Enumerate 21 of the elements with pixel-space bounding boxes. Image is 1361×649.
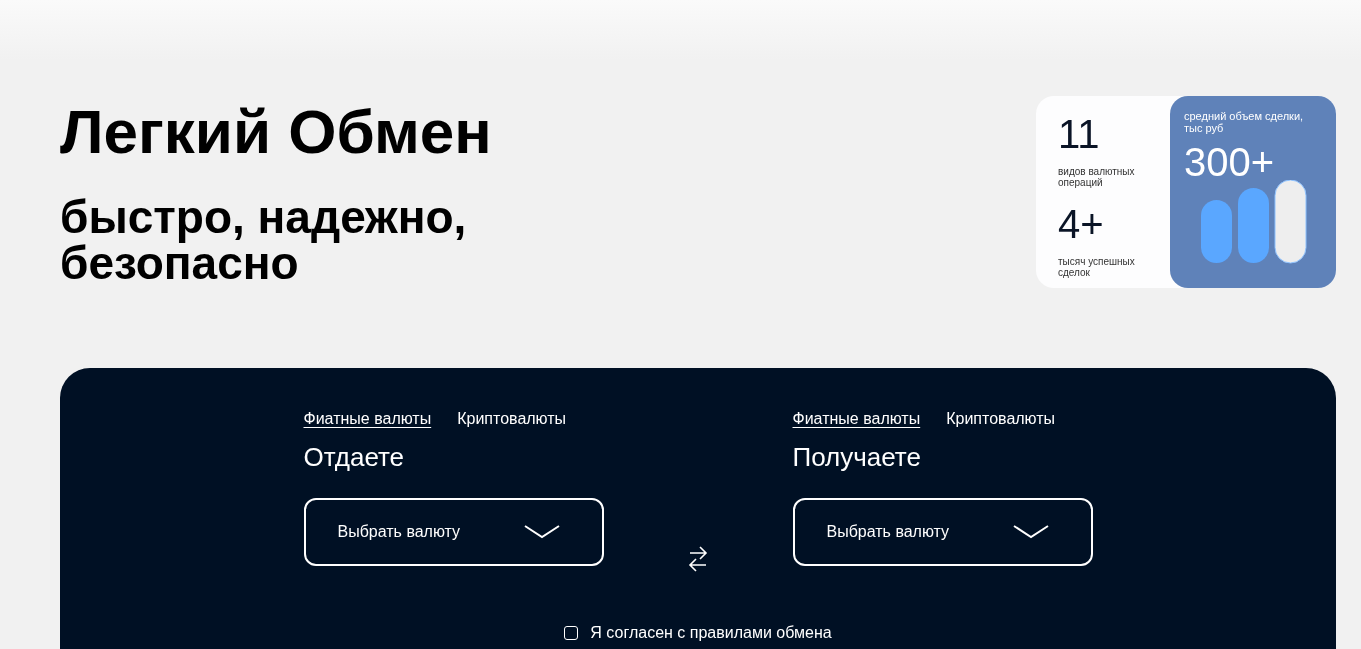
agreement-label: Я согласен с правилами обмена [590,624,832,642]
currency-tab[interactable]: Криптовалюты [457,410,567,428]
side-heading: Получаете [792,442,922,472]
stat-value: 11 [1058,112,1101,156]
highlight-value: 300+ [1184,140,1276,184]
highlight-caption: средний объем сделки, тыс руб [1184,110,1305,134]
side-heading: Отдаете [303,442,406,472]
hero-title: Легкий Обмен [60,96,493,168]
hero-subtitle: быстро, надежно, безопасно [60,194,468,286]
stat-caption: видов валютных операций [1058,166,1136,188]
currency-select[interactable]: Выбрать валюту [303,498,604,566]
currency-select[interactable]: Выбрать валюту [792,498,1093,566]
agreement-checkbox[interactable] [564,626,579,640]
stat-value: 4+ [1058,202,1105,246]
chevron-down-icon [1012,525,1049,539]
stat-caption: тысяч успешных сделок [1058,256,1136,278]
currency-tab[interactable]: Фиатные валюты [303,410,432,428]
currency-tab[interactable]: Фиатные валюты [792,410,921,428]
swap-icon [688,544,708,574]
currency-tab[interactable]: Криптовалюты [946,410,1056,428]
chevron-down-icon [523,525,560,539]
